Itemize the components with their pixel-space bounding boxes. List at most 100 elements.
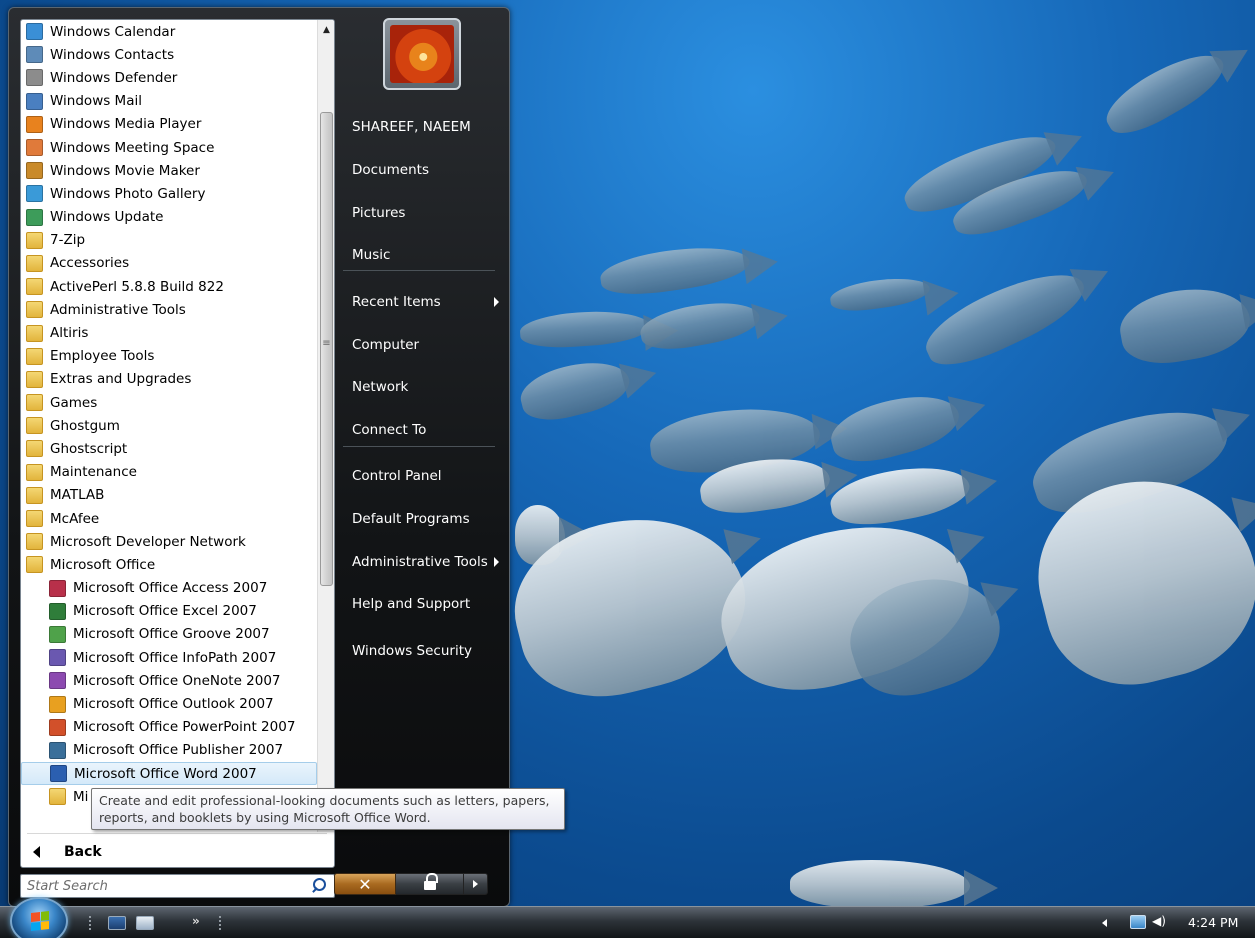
program-item[interactable]: Ghostgum [21,414,319,437]
right-pane-item[interactable]: Default Programs [343,504,507,534]
program-label: 7-Zip [50,232,86,249]
program-label: Windows Update [50,209,164,226]
program-label: Microsoft Office PowerPoint 2007 [73,719,296,736]
program-item[interactable]: Microsoft Office Outlook 2007 [21,692,319,715]
all-programs-pane: Windows Calendar Windows Contacts Windows … [20,19,335,868]
power-options-button[interactable] [464,873,488,895]
show-hidden-icons-icon[interactable] [1102,919,1107,927]
folder-icon [26,510,43,528]
right-pane-label: Help and Support [352,596,471,612]
program-item[interactable]: Employee Tools [21,345,319,368]
program-label: Microsoft Office InfoPath 2007 [73,649,277,666]
program-item[interactable]: McAfee [21,507,319,530]
right-divider [343,270,495,271]
clock[interactable]: 4:24 PM [1188,915,1238,930]
shutdown-button[interactable]: ✕ [334,873,396,895]
right-pane-item[interactable]: Recent Items [343,287,507,317]
right-pane-item[interactable]: Music [343,240,507,270]
program-label: Windows Mail [50,93,142,110]
program-item[interactable]: Windows Media Player [21,113,319,136]
right-pane-item[interactable]: Administrative Tools [343,547,507,577]
program-item[interactable]: Microsoft Office [21,553,319,576]
scroll-up-icon[interactable]: ▲ [318,20,334,40]
program-item[interactable]: 7-Zip [21,229,319,252]
program-item[interactable]: Windows Mail [21,90,319,113]
lock-button[interactable] [396,873,464,895]
right-pane-item[interactable]: Network [343,372,507,402]
program-item[interactable]: Extras and Upgrades [21,368,319,391]
program-item[interactable]: Ghostscript [21,437,319,460]
right-divider [343,446,495,447]
back-label: Back [64,844,102,860]
program-item[interactable]: Microsoft Office Publisher 2007 [21,739,319,762]
program-item[interactable]: Accessories [21,252,319,275]
tooltip-line: Create and edit professional-looking doc… [99,793,550,808]
groove-icon [49,625,66,643]
network-icon[interactable] [1130,915,1146,929]
program-item[interactable]: Games [21,391,319,414]
switch-windows-icon[interactable] [136,916,154,930]
show-desktop-icon[interactable] [108,916,126,930]
program-item[interactable]: Windows Photo Gallery [21,182,319,205]
right-pane-item[interactable]: Control Panel [343,461,507,491]
program-item[interactable]: Microsoft Office Word 2007 [21,762,317,786]
program-item[interactable]: MATLAB [21,484,319,507]
program-item[interactable]: Windows Meeting Space [21,136,319,159]
folder-icon [26,486,43,504]
program-item[interactable]: Windows Defender [21,66,319,89]
volume-icon[interactable]: ◀) [1152,914,1166,928]
right-pane-item[interactable]: Help and Support [343,589,507,619]
right-pane-item[interactable]: Connect To [343,415,507,445]
folder-icon [26,556,43,574]
program-item[interactable]: Windows Movie Maker [21,159,319,182]
program-item[interactable]: Microsoft Office OneNote 2007 [21,669,319,692]
program-label: Ghostscript [50,440,128,457]
right-pane-label: Music [352,247,391,263]
program-item[interactable]: Windows Calendar [21,20,319,43]
folder-icon [26,231,43,249]
program-label: Windows Media Player [50,116,202,133]
program-item[interactable]: Altiris [21,321,319,344]
program-item[interactable]: Microsoft Office Access 2007 [21,577,319,600]
program-label: Games [50,394,98,411]
program-item[interactable]: Microsoft Office PowerPoint 2007 [21,716,319,739]
right-pane-item[interactable]: Pictures [343,198,507,228]
user-name-link[interactable]: SHAREEF, NAEEM [343,112,507,142]
programs-scrollbar[interactable]: ▲ ≡ [317,20,334,832]
program-item[interactable]: Administrative Tools [21,298,319,321]
program-label: Windows Photo Gallery [50,185,206,202]
taskbar-grip[interactable] [88,915,92,931]
search-icon[interactable] [308,875,330,897]
start-button[interactable] [10,897,68,938]
program-item[interactable]: Microsoft Office Groove 2007 [21,623,319,646]
program-label: McAfee [50,510,100,527]
scroll-thumb[interactable]: ≡ [320,112,333,586]
back-button[interactable]: Back [21,838,334,866]
program-item[interactable]: Microsoft Office InfoPath 2007 [21,646,319,669]
program-item[interactable]: ActivePerl 5.8.8 Build 822 [21,275,319,298]
program-item[interactable]: Windows Contacts [21,43,319,66]
program-item[interactable]: Windows Update [21,206,319,229]
right-pane-item[interactable]: Documents [343,155,507,185]
quick-launch-more-icon[interactable]: » [192,914,200,928]
right-pane-label: Pictures [352,205,406,221]
right-pane-item[interactable]: Windows Security [343,636,507,666]
folder-icon [26,463,43,481]
right-pane-label: Documents [352,162,429,178]
fish-shape [790,860,998,906]
word-icon [50,765,67,783]
user-picture-tile[interactable] [383,18,461,90]
program-label: Altiris [50,325,89,342]
program-label: Extras and Upgrades [50,371,192,388]
right-pane-item[interactable]: Computer [343,330,507,360]
program-item[interactable]: Microsoft Office Excel 2007 [21,600,319,623]
excel-icon [49,602,66,620]
folder-icon [26,301,43,319]
fish-shape [1114,279,1255,371]
program-item[interactable]: Microsoft Developer Network [21,530,319,553]
taskbar-grip[interactable] [218,915,222,931]
program-item[interactable]: Maintenance [21,461,319,484]
start-search-box[interactable] [20,874,335,898]
defender-icon [26,69,43,87]
search-input[interactable] [21,875,308,897]
